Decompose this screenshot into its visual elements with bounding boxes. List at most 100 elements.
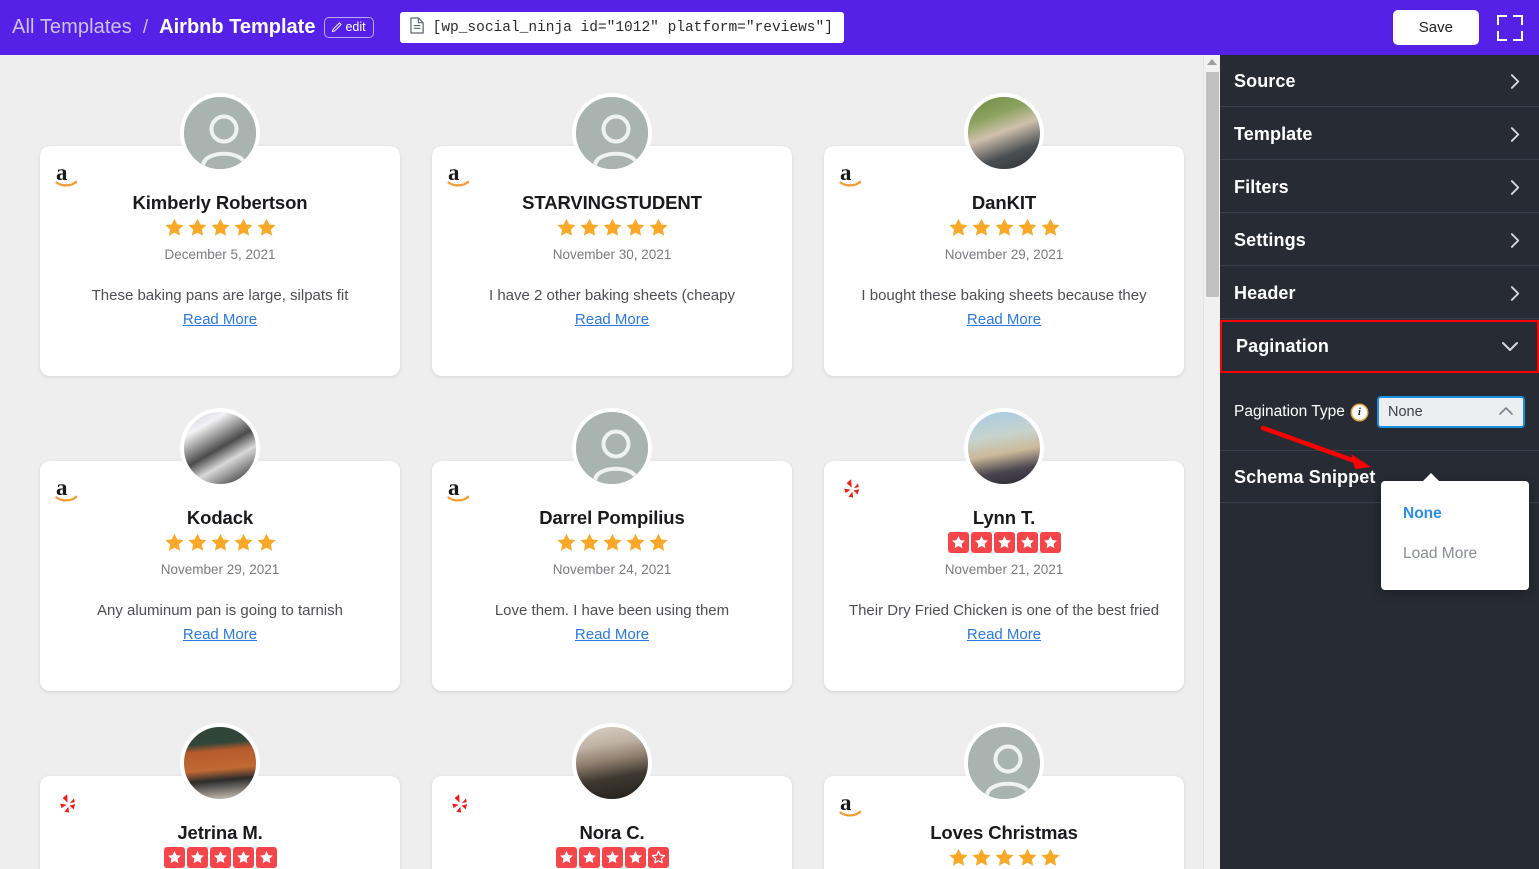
review-text-body: Their Dry Fried Chicken is one of the be…: [849, 602, 1159, 619]
pencil-icon: [331, 22, 342, 33]
platform-icon: a: [446, 475, 476, 505]
star-icon: [256, 532, 277, 557]
amazon-icon: a: [54, 492, 84, 509]
review-date: December 5, 2021: [54, 247, 386, 262]
yelp-icon: [838, 492, 868, 509]
scroll-up-arrow-icon[interactable]: [1207, 59, 1217, 65]
star-icon: [210, 217, 231, 242]
star-icon: [556, 217, 577, 242]
read-more-link[interactable]: Read More: [967, 311, 1041, 328]
platform-icon: a: [54, 475, 84, 505]
section-label: Header: [1234, 283, 1296, 304]
star-icon: [625, 532, 646, 557]
chevron-right-icon: [1510, 285, 1521, 302]
review-text: I have 2 other baking sheets (cheapyRead…: [446, 284, 778, 331]
chevron-right-icon: [1510, 179, 1521, 196]
section-label: Source: [1234, 71, 1296, 92]
template-editor-screen: All Templates / Airbnb Template edit [wp…: [0, 0, 1539, 869]
section-label: Schema Snippet: [1234, 467, 1375, 488]
star-icon: [1017, 217, 1038, 242]
review-text-body: I bought these baking sheets because the…: [861, 287, 1146, 304]
amazon-icon: a: [838, 807, 868, 824]
platform-icon: a: [838, 790, 868, 820]
review-card: Lynn T.November 21, 2021Their Dry Fried …: [824, 461, 1184, 691]
reviews-grid: aKimberly RobertsonDecember 5, 2021These…: [0, 55, 1203, 869]
star-icon: [602, 847, 623, 868]
review-card-body: KodackNovember 29, 2021Any aluminum pan …: [54, 461, 386, 646]
read-more-link[interactable]: Read More: [575, 626, 649, 643]
rating-stars: [446, 532, 778, 554]
avatar: [964, 408, 1044, 488]
reviewer-name: DanKIT: [838, 192, 1170, 213]
review-text-body: Any aluminum pan is going to tarnish: [97, 602, 343, 619]
dropdown-option-load-more[interactable]: Load More: [1381, 538, 1529, 570]
read-more-link[interactable]: Read More: [967, 626, 1041, 643]
star-icon: [164, 847, 185, 868]
sidebar-section-filters[interactable]: Filters: [1220, 161, 1539, 214]
sidebar-section-pagination[interactable]: Pagination: [1220, 320, 1539, 373]
rating-stars: [54, 217, 386, 239]
svg-text:a: a: [448, 160, 460, 185]
svg-text:a: a: [840, 790, 852, 815]
review-card-body: Kimberly RobertsonDecember 5, 2021These …: [54, 146, 386, 331]
review-card-body: DanKITNovember 29, 2021I bought these ba…: [838, 146, 1170, 331]
star-icon: [602, 217, 623, 242]
reviewer-name: Kodack: [54, 507, 386, 528]
sidebar-section-source[interactable]: Source: [1220, 55, 1539, 108]
info-icon[interactable]: i: [1352, 405, 1367, 420]
breadcrumb-all-templates[interactable]: All Templates: [12, 16, 132, 39]
amazon-icon: a: [838, 177, 868, 194]
star-icon: [556, 532, 577, 557]
review-date: November 30, 2021: [446, 247, 778, 262]
star-icon: [256, 847, 277, 868]
dropdown-option-none[interactable]: None: [1381, 498, 1529, 530]
sidebar-section-template[interactable]: Template: [1220, 108, 1539, 161]
star-icon: [1017, 532, 1038, 553]
star-icon: [1040, 847, 1061, 869]
amazon-icon: a: [54, 177, 84, 194]
star-icon: [579, 847, 600, 868]
pagination-type-select[interactable]: None: [1377, 396, 1525, 428]
review-card-body: STARVINGSTUDENTNovember 30, 2021I have 2…: [446, 146, 778, 331]
review-card-body: Lynn T.November 21, 2021Their Dry Fried …: [838, 461, 1170, 646]
star-icon: [971, 847, 992, 869]
star-icon: [625, 847, 646, 868]
star-icon: [556, 847, 577, 868]
read-more-link[interactable]: Read More: [183, 626, 257, 643]
star-icon: [948, 532, 969, 553]
read-more-link[interactable]: Read More: [575, 311, 649, 328]
star-icon: [233, 847, 254, 868]
platform-icon: a: [446, 160, 476, 190]
scrollbar-thumb[interactable]: [1206, 72, 1219, 297]
section-label: Filters: [1234, 177, 1289, 198]
star-icon: [233, 217, 254, 242]
platform-icon: a: [54, 160, 84, 190]
reviewer-name: Darrel Pompilius: [446, 507, 778, 528]
shortcode-text: [wp_social_ninja id="1012" platform="rev…: [433, 20, 833, 36]
avatar: [572, 93, 652, 173]
vertical-scrollbar[interactable]: [1203, 55, 1220, 869]
star-icon: [210, 532, 231, 557]
star-icon: [625, 217, 646, 242]
save-button[interactable]: Save: [1393, 10, 1479, 45]
reviewer-name: Loves Christmas: [838, 822, 1170, 843]
edit-template-name-button[interactable]: edit: [324, 17, 373, 38]
star-icon: [971, 217, 992, 242]
star-icon: [994, 532, 1015, 553]
chevron-right-icon: [1510, 126, 1521, 143]
star-icon: [187, 217, 208, 242]
review-text: I bought these baking sheets because the…: [838, 284, 1170, 331]
chevron-right-icon: [1510, 73, 1521, 90]
star-icon: [187, 847, 208, 868]
section-label: Settings: [1234, 230, 1306, 251]
platform-icon: [838, 475, 868, 505]
read-more-link[interactable]: Read More: [183, 311, 257, 328]
sidebar-section-settings[interactable]: Settings: [1220, 214, 1539, 267]
fullscreen-icon[interactable]: [1497, 15, 1523, 41]
chevron-right-icon: [1510, 232, 1521, 249]
review-text: Love them. I have been using themRead Mo…: [446, 599, 778, 646]
star-icon: [994, 217, 1015, 242]
preview-canvas: aKimberly RobertsonDecember 5, 2021These…: [0, 55, 1203, 869]
shortcode-box[interactable]: [wp_social_ninja id="1012" platform="rev…: [400, 12, 844, 43]
sidebar-section-header[interactable]: Header: [1220, 267, 1539, 320]
